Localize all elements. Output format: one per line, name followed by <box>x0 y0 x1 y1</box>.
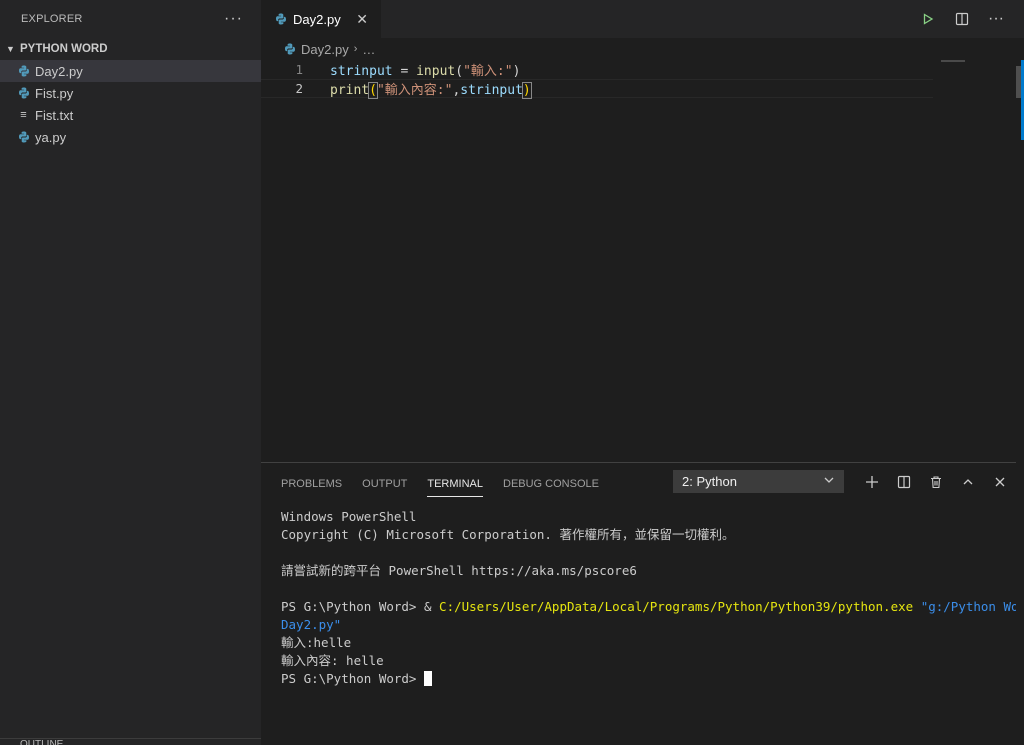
terminal-output[interactable]: Windows PowerShell Copyright (C) Microso… <box>281 508 1024 688</box>
code-text: print("輸入內容:",strinput) <box>330 82 532 99</box>
outline-section[interactable]: OUTLINE <box>0 738 261 745</box>
bottom-panel: PROBLEMS OUTPUT TERMINAL DEBUG CONSOLE 2… <box>261 462 1024 745</box>
split-editor-icon[interactable] <box>952 9 972 29</box>
terminal-line: PS G:\Python Word> & C:/Users/User/AppDa… <box>281 599 1024 614</box>
new-terminal-icon[interactable] <box>861 471 883 493</box>
explorer-header: EXPLORER ··· <box>0 0 261 38</box>
terminal-select-value: 2: Python <box>682 474 737 489</box>
close-icon[interactable]: ✕ <box>356 11 368 28</box>
run-icon[interactable] <box>918 9 938 29</box>
file-item-fist-py[interactable]: Fist.py <box>0 82 261 104</box>
breadcrumb: Day2.py › … <box>261 38 1024 60</box>
editor-actions: ··· <box>918 9 1006 29</box>
panel-scrollbar[interactable] <box>1016 462 1024 745</box>
code-text: strinput = input("輸入:") <box>330 64 521 79</box>
terminal-prompt-line: PS G:\Python Word> <box>281 670 1011 688</box>
file-label: ya.py <box>35 129 67 145</box>
python-icon <box>274 13 287 26</box>
folder-label: PYTHON WORD <box>20 43 108 55</box>
chevron-up-icon[interactable] <box>957 471 979 493</box>
minimap[interactable] <box>941 60 965 62</box>
file-label: Day2.py <box>35 63 83 79</box>
more-actions-icon[interactable]: ··· <box>986 9 1006 29</box>
terminal-line: 輸入內容: helle <box>281 653 384 668</box>
python-icon <box>17 131 30 144</box>
tab-output[interactable]: OUTPUT <box>362 471 407 497</box>
code-line-current: 2 print("輸入內容:",strinput) <box>261 79 933 99</box>
panel-actions <box>861 471 1011 493</box>
line-number: 2 <box>295 81 303 96</box>
file-label: Fist.txt <box>35 107 74 123</box>
tab-debug-console[interactable]: DEBUG CONSOLE <box>503 471 599 497</box>
file-item-ya[interactable]: ya.py <box>0 126 261 148</box>
terminal-line: Day2.py" <box>281 617 342 632</box>
editor-tab-bar: Day2.py ✕ ··· <box>261 0 1024 38</box>
code-line: 1 strinput = input("輸入:") <box>261 60 933 79</box>
more-actions-icon[interactable]: ··· <box>224 10 243 28</box>
terminal-line: Copyright (C) Microsoft Corporation. 著作權… <box>281 527 735 542</box>
explorer-sidebar: EXPLORER ··· ▼ PYTHON WORD Day2.py Fist.… <box>0 0 261 745</box>
breadcrumb-more[interactable]: … <box>362 42 375 57</box>
file-label: Fist.py <box>35 85 74 101</box>
panel-tabs: PROBLEMS OUTPUT TERMINAL DEBUG CONSOLE <box>281 471 599 497</box>
folder-python-word[interactable]: ▼ PYTHON WORD <box>0 38 261 60</box>
tab-day2-py[interactable]: Day2.py ✕ <box>261 0 381 38</box>
terminal-select[interactable]: 2: Python <box>673 470 844 493</box>
python-icon <box>283 43 296 56</box>
python-icon <box>17 87 30 100</box>
code-editor[interactable]: 1 strinput = input("輸入:") 2 print("輸入內容:… <box>261 60 1016 462</box>
text-file-icon: ≡ <box>20 108 27 121</box>
file-item-day2[interactable]: Day2.py <box>0 60 261 82</box>
chevron-down-icon <box>823 474 835 489</box>
line-number: 1 <box>295 62 303 77</box>
explorer-title: EXPLORER <box>21 13 83 25</box>
trash-icon[interactable] <box>925 471 947 493</box>
file-item-fist-txt[interactable]: ≡ Fist.txt <box>0 104 261 126</box>
python-icon <box>17 65 30 78</box>
tab-problems[interactable]: PROBLEMS <box>281 471 342 497</box>
terminal-line: Windows PowerShell <box>281 509 417 524</box>
close-icon[interactable] <box>989 471 1011 493</box>
tab-label: Day2.py <box>293 11 341 27</box>
terminal-line: 請嘗試新的跨平台 PowerShell https://aka.ms/pscor… <box>281 563 637 578</box>
tab-terminal[interactable]: TERMINAL <box>427 471 483 497</box>
chevron-right-icon: › <box>353 43 358 55</box>
terminal-cursor <box>424 671 432 686</box>
split-terminal-icon[interactable] <box>893 471 915 493</box>
breadcrumb-file[interactable]: Day2.py <box>301 42 349 57</box>
chevron-down-icon: ▼ <box>6 44 15 54</box>
terminal-line: 輸入:helle <box>281 635 352 650</box>
